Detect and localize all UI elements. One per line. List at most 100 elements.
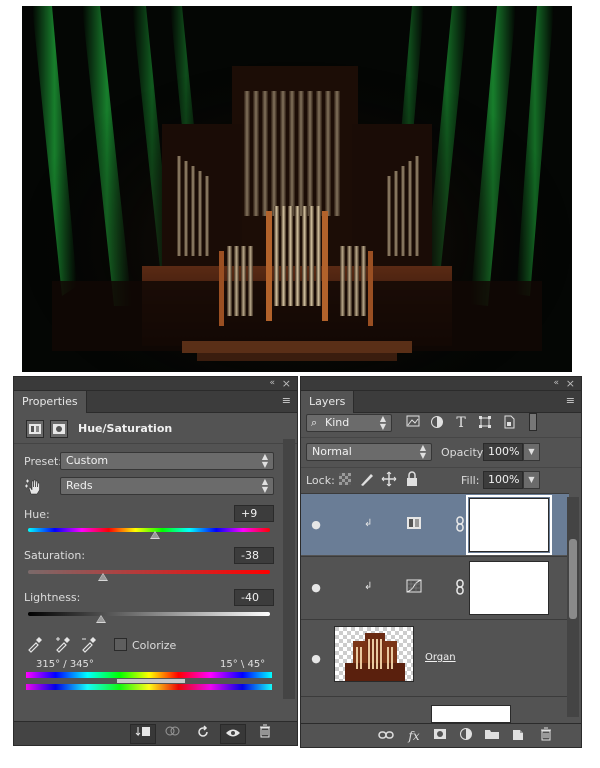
document-canvas[interactable] [22, 6, 572, 372]
hue-saturation-adjustment-icon[interactable] [26, 420, 44, 438]
delete-layer-trash-icon[interactable] [537, 727, 555, 745]
collapse-icon[interactable]: « [553, 377, 559, 390]
fill-value: 100% [488, 473, 520, 486]
tab-properties[interactable]: Properties [14, 391, 87, 413]
hue-value-field[interactable]: +9 [234, 505, 274, 522]
view-previous-state-icon[interactable] [160, 724, 186, 744]
opacity-value: 100% [488, 445, 520, 458]
layer-row-hue-saturation[interactable]: ● ↲ [301, 493, 569, 555]
new-group-folder-icon[interactable] [483, 727, 501, 745]
eyedropper-icon[interactable] [26, 635, 44, 653]
layer-row-partial[interactable] [301, 696, 569, 723]
lock-all-icon[interactable] [405, 471, 419, 487]
filter-smart-object-icon[interactable] [501, 415, 517, 431]
lock-image-pixels-icon[interactable] [359, 471, 375, 487]
collapse-icon[interactable]: « [269, 377, 275, 390]
select-arrows-icon: ▲ ▼ [379, 414, 386, 431]
layer-mask-thumbnail[interactable] [469, 561, 549, 615]
new-adjustment-layer-icon[interactable] [457, 727, 475, 745]
adjustment-header: Hue/Saturation [14, 414, 297, 444]
filter-type-icon[interactable]: T [453, 415, 469, 431]
colorize-checkbox[interactable] [114, 638, 127, 651]
close-icon[interactable]: × [282, 377, 291, 390]
lock-label: Lock: [306, 474, 335, 487]
clipping-arrow-icon: ↲ [364, 518, 373, 529]
layer-row-curves[interactable]: ● ↲ [301, 556, 569, 618]
delete-trash-icon[interactable] [252, 724, 278, 744]
filter-adjustment-icon[interactable] [429, 415, 445, 431]
opacity-field[interactable]: 100% ▼ [483, 443, 540, 461]
fill-dropdown-icon[interactable]: ▼ [523, 471, 540, 489]
lightness-value-field[interactable]: -40 [234, 589, 274, 606]
targeted-adjustment-hand-icon[interactable] [24, 477, 44, 497]
reset-icon[interactable] [190, 724, 216, 744]
lock-position-icon[interactable] [381, 471, 397, 487]
select-arrows-icon: ▲ ▼ [261, 452, 268, 469]
organ-photo [22, 6, 572, 372]
organ-layer-thumbnail[interactable] [334, 626, 414, 682]
clip-to-layer-button[interactable] [130, 724, 156, 744]
lock-transparent-pixels-icon[interactable] [339, 473, 351, 485]
output-spectrum-bar [26, 684, 272, 690]
filter-shape-icon[interactable] [477, 415, 493, 431]
visibility-eye-icon[interactable]: ● [309, 581, 323, 594]
layers-bottom-bar: fx [301, 723, 581, 747]
layer-mask-thumbnail[interactable] [466, 495, 552, 555]
saturation-slider[interactable] [28, 570, 270, 574]
blend-opacity-row: Normal ▲ ▼ Opacity: 100% ▼ [301, 437, 581, 467]
layers-scrollbar[interactable] [567, 497, 579, 717]
hue-label: Hue: [24, 508, 50, 521]
preset-label: Preset: [24, 455, 63, 468]
layer-name[interactable]: Organ [425, 652, 456, 663]
panel-topstrip: « × [14, 377, 297, 391]
visibility-eye-icon[interactable]: ● [309, 518, 323, 531]
range-right-readout: 15° \ 45° [220, 659, 266, 670]
colorize-label: Colorize [132, 639, 177, 652]
toggle-visibility-eye-icon[interactable] [220, 724, 246, 744]
select-arrows-icon: ▲ ▼ [419, 443, 426, 460]
channel-select[interactable]: Reds ▲ ▼ [60, 477, 274, 495]
filter-toggle-switch[interactable] [529, 413, 537, 431]
visibility-eye-icon[interactable]: ● [309, 652, 323, 665]
search-icon: ⌕ [311, 416, 318, 429]
lightness-slider-thumb[interactable] [95, 615, 106, 623]
eyedropper-plus-icon[interactable] [54, 635, 72, 653]
channel-value: Reds [66, 479, 93, 492]
blend-mode-select[interactable]: Normal ▲ ▼ [306, 443, 432, 461]
tab-layers[interactable]: Layers [301, 391, 355, 413]
properties-bottom-bar [14, 721, 297, 745]
add-mask-icon[interactable] [431, 727, 449, 745]
hue-slider-thumb[interactable] [150, 531, 161, 539]
saturation-value-field[interactable]: -38 [234, 547, 274, 564]
select-arrows-icon: ▲ ▼ [261, 477, 268, 494]
properties-scrollbar[interactable] [283, 439, 295, 699]
preset-select[interactable]: Custom ▲ ▼ [60, 452, 274, 470]
layer-style-fx-icon[interactable]: fx [405, 727, 423, 745]
fill-field[interactable]: 100% ▼ [483, 471, 540, 489]
panel-menu-icon[interactable]: ≡ [566, 395, 575, 407]
lightness-slider[interactable] [28, 612, 270, 616]
eyedropper-minus-icon[interactable] [80, 635, 98, 653]
link-chain-icon[interactable] [455, 516, 465, 532]
panel-menu-icon[interactable]: ≡ [282, 395, 291, 407]
lock-fill-row: Lock: Fill: 100% ▼ [301, 467, 581, 493]
properties-panel: « × Properties ≡ Hue/Saturation Preset: … [13, 376, 298, 746]
saturation-slider-thumb[interactable] [98, 573, 109, 581]
adjustment-title: Hue/Saturation [78, 422, 173, 435]
opacity-dropdown-icon[interactable]: ▼ [523, 443, 540, 461]
hue-slider[interactable] [28, 528, 270, 532]
new-layer-icon[interactable] [509, 727, 527, 745]
fill-label: Fill: [461, 474, 480, 487]
layer-thumbnail[interactable] [431, 705, 511, 723]
close-icon[interactable]: × [566, 377, 575, 390]
layers-tabbar: Layers ≡ [301, 391, 581, 413]
curves-layer-icon [405, 579, 423, 595]
filter-pixel-icon[interactable] [405, 415, 421, 431]
layers-panel: « × Layers ≡ ⌕ Kind ▲ ▼ T Normal ▲ ▼ Opaci… [300, 376, 582, 748]
layer-row-organ[interactable]: ● Organ [301, 619, 569, 695]
layer-mask-icon[interactable] [50, 420, 68, 438]
link-layers-icon[interactable] [377, 727, 395, 745]
filter-kind-select[interactable]: ⌕ Kind ▲ ▼ [306, 414, 392, 432]
link-chain-icon[interactable] [455, 579, 465, 595]
scrollbar-thumb[interactable] [569, 539, 577, 619]
